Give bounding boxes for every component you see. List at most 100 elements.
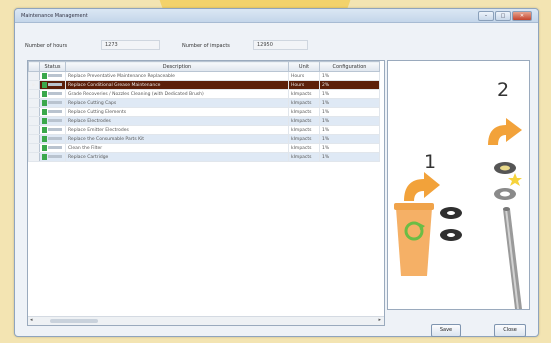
- column-header-description[interactable]: Description: [65, 61, 289, 72]
- hours-field[interactable]: 1273: [101, 40, 160, 50]
- status-indicator-icon: [42, 153, 47, 160]
- unit-cell: kImpacts: [288, 116, 320, 126]
- description-cell: Clean the Filter: [65, 143, 289, 153]
- electrode-rod-icon: [503, 207, 522, 309]
- impacts-label: Number of impacts: [182, 43, 230, 49]
- status-bar: [48, 92, 62, 96]
- configuration-cell: 1%: [319, 71, 380, 81]
- status-bar: [48, 101, 62, 105]
- table-row[interactable]: Clean the Filter kImpacts 1%: [28, 143, 380, 153]
- table-row[interactable]: Replace Emitter Electrodes kImpacts 1%: [28, 125, 380, 135]
- row-indicator[interactable]: [28, 152, 40, 162]
- column-header-unit[interactable]: Unit: [288, 61, 320, 72]
- unit-cell: kImpacts: [288, 125, 320, 135]
- description-cell: Replace Conditional Grease Maintenance: [65, 80, 289, 90]
- new-seal-ring-icon: [494, 162, 522, 200]
- status-cell: [39, 80, 66, 90]
- description-cell: Grade Recoveries / Nozzles Cleaning (wit…: [65, 89, 289, 99]
- status-indicator-icon: [42, 90, 47, 97]
- table-row[interactable]: Grade Recoveries / Nozzles Cleaning (wit…: [28, 89, 380, 99]
- status-cell: [39, 107, 66, 117]
- row-indicator[interactable]: [28, 71, 40, 81]
- minimize-button[interactable]: –: [478, 11, 494, 21]
- status-indicator-icon: [42, 117, 47, 124]
- table-row[interactable]: Replace Preventative Maintenance Replace…: [28, 71, 380, 81]
- column-header-configuration[interactable]: Configuration: [319, 61, 380, 72]
- description-cell: Replace Emitter Electrodes: [65, 125, 289, 135]
- status-indicator-icon: [42, 72, 47, 79]
- table-row[interactable]: Replace the Consumable Parts Kit kImpacts…: [28, 134, 380, 144]
- description-cell: Replace Cutting Caps: [65, 98, 289, 108]
- maintenance-table: Status Description Unit Configuration Re…: [27, 60, 385, 326]
- configuration-cell: 1%: [319, 143, 380, 153]
- unit-cell: kImpacts: [288, 143, 320, 153]
- scroll-left-icon[interactable]: ◂: [30, 317, 33, 323]
- status-cell: [39, 98, 66, 108]
- status-bar: [48, 155, 62, 159]
- status-bar: [48, 128, 62, 132]
- row-indicator[interactable]: [28, 116, 40, 126]
- unit-cell: kImpacts: [288, 134, 320, 144]
- configuration-cell: 2%: [319, 80, 380, 90]
- window-controls: – □ ✕: [478, 11, 532, 21]
- maximize-button[interactable]: □: [495, 11, 511, 21]
- curved-arrow-1-icon: [404, 172, 440, 201]
- table-row[interactable]: Replace Cutting Caps kImpacts 1%: [28, 98, 380, 108]
- row-indicator[interactable]: [28, 125, 40, 135]
- unit-cell: kImpacts: [288, 89, 320, 99]
- configuration-cell: 1%: [319, 116, 380, 126]
- status-indicator-icon: [42, 81, 47, 88]
- table-row[interactable]: Replace Cutting Elements kImpacts 1%: [28, 107, 380, 117]
- description-cell: Replace Cartridge: [65, 152, 289, 162]
- illustration-graphic: [394, 118, 522, 309]
- status-cell: [39, 125, 66, 135]
- title-bar: Maintenance Management – □ ✕: [15, 9, 538, 23]
- status-indicator-icon: [42, 144, 47, 151]
- row-indicator[interactable]: [28, 107, 40, 117]
- row-indicator[interactable]: [28, 143, 40, 153]
- row-indicator[interactable]: ▶: [28, 80, 40, 90]
- window-title: Maintenance Management: [21, 13, 88, 19]
- status-cell: [39, 152, 66, 162]
- close-window-button[interactable]: ✕: [512, 11, 532, 21]
- status-indicator-icon: [42, 99, 47, 106]
- status-indicator-icon: [42, 135, 47, 142]
- unit-cell: kImpacts: [288, 107, 320, 117]
- close-button[interactable]: Close: [494, 324, 526, 337]
- status-cell: [39, 134, 66, 144]
- hours-label: Number of hours: [25, 43, 68, 49]
- curved-arrow-2-icon: [488, 118, 522, 145]
- scroll-right-icon[interactable]: ▸: [378, 317, 381, 323]
- unit-cell: kImpacts: [288, 152, 320, 162]
- status-cell: [39, 71, 66, 81]
- configuration-cell: 1%: [319, 98, 380, 108]
- status-indicator-icon: [42, 126, 47, 133]
- status-bar: [48, 137, 62, 141]
- maintenance-window: Maintenance Management – □ ✕ Number of h…: [14, 8, 539, 337]
- unit-cell: Hours: [288, 71, 320, 81]
- row-indicator[interactable]: [28, 134, 40, 144]
- table-row[interactable]: Replace Cartridge kImpacts 1%: [28, 152, 380, 162]
- configuration-cell: 1%: [319, 107, 380, 117]
- configuration-cell: 1%: [319, 152, 380, 162]
- table-row[interactable]: Replace Electrodes kImpacts 1%: [28, 116, 380, 126]
- unit-cell: kImpacts: [288, 98, 320, 108]
- column-header-status[interactable]: Status: [39, 61, 66, 72]
- unit-cell: Hours: [288, 80, 320, 90]
- row-indicator[interactable]: [28, 98, 40, 108]
- status-bar: [48, 146, 62, 150]
- save-button[interactable]: Save: [431, 324, 461, 337]
- horizontal-scrollbar[interactable]: ◂ ▸: [28, 316, 384, 325]
- status-indicator-icon: [42, 108, 47, 115]
- status-bar: [48, 119, 62, 123]
- impacts-field[interactable]: 12950: [253, 40, 308, 50]
- old-seal-ring-icon: [440, 207, 462, 241]
- status-bar: [48, 74, 62, 78]
- table-row[interactable]: ▶ Replace Conditional Grease Maintenance H…: [28, 80, 380, 90]
- scrollbar-thumb[interactable]: [50, 319, 98, 323]
- status-cell: [39, 89, 66, 99]
- status-cell: [39, 116, 66, 126]
- row-indicator[interactable]: [28, 89, 40, 99]
- status-bar: [48, 83, 62, 87]
- recycle-bin-icon: [394, 203, 434, 276]
